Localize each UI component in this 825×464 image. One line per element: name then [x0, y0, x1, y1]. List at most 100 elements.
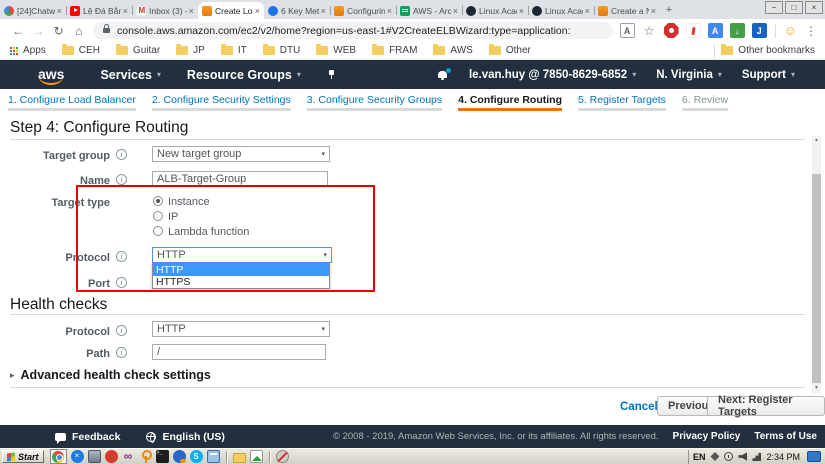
tab-close-icon[interactable]: × — [255, 6, 260, 16]
forward-icon[interactable]: → — [28, 24, 48, 38]
virtualbox-icon[interactable] — [87, 450, 101, 463]
bookmark-folder-dtu[interactable]: DTU — [262, 44, 300, 56]
account-menu[interactable]: le.van.huy @ 7850-8629-6852 ▾ — [469, 69, 636, 81]
new-tab-button[interactable]: + — [660, 3, 678, 19]
step-5-register-targets[interactable]: 5. Register Targets — [577, 89, 666, 114]
path-input[interactable]: / — [152, 344, 326, 360]
infinity-app-icon[interactable]: ∞ — [122, 450, 135, 463]
dropdown-option-https[interactable]: HTTPS — [153, 276, 329, 288]
cancel-link[interactable]: Cancel — [620, 401, 658, 413]
feedback-button[interactable]: Feedback — [55, 431, 120, 444]
google-translate-extension-icon[interactable]: A — [707, 23, 723, 38]
tab-close-icon[interactable]: × — [519, 6, 524, 16]
red-app-icon[interactable] — [104, 450, 118, 463]
tab-close-icon[interactable]: × — [123, 6, 128, 16]
reload-icon[interactable]: ↻ — [49, 24, 69, 38]
back-icon[interactable]: ← — [8, 24, 28, 38]
info-icon[interactable]: i — [116, 325, 127, 336]
folder-taskbar-icon[interactable] — [232, 452, 246, 463]
language-selector[interactable]: English (US) — [146, 431, 225, 443]
url-field[interactable]: console.aws.amazon.com/ec2/v2/home?regio… — [93, 22, 613, 39]
tab-youtube[interactable]: Lệ Đá Bằng × — [66, 2, 132, 19]
support-menu[interactable]: Support ▾ — [742, 69, 795, 81]
bookmark-folder-jp[interactable]: JP — [176, 44, 205, 56]
tab-close-icon[interactable]: × — [189, 6, 194, 16]
tab-chatwork[interactable]: [24]Chatw × — [0, 2, 66, 19]
tab-create-load-balancer-active[interactable]: Create Loa × — [198, 2, 264, 19]
tab-gmail-inbox[interactable]: Inbox (3) - × — [132, 2, 198, 19]
bookmark-folder-ceh[interactable]: CEH — [61, 44, 100, 56]
lock-icon[interactable] — [103, 24, 110, 33]
tab-close-icon[interactable]: × — [585, 6, 590, 16]
tab-close-icon[interactable]: × — [453, 6, 458, 16]
internet-app-icon[interactable] — [172, 450, 186, 463]
start-button[interactable]: Start — [2, 450, 44, 463]
next-register-targets-button[interactable]: Next: Register Targets — [707, 394, 825, 418]
step-1-configure-load-balancer[interactable]: 1. Configure Load Balancer — [8, 89, 136, 114]
tab-6-key-metrics[interactable]: 6 Key Metr × — [264, 2, 330, 19]
window-app-icon[interactable] — [206, 450, 220, 463]
key-app-icon[interactable] — [139, 450, 153, 463]
jdownloader-extension-icon[interactable]: J — [751, 23, 767, 38]
bookmark-apps[interactable]: Apps — [10, 45, 46, 56]
bookmark-folder-guitar[interactable]: Guitar — [115, 44, 160, 56]
network-monitor-icon[interactable] — [807, 451, 821, 462]
radio-instance[interactable] — [153, 196, 163, 206]
tab-close-icon[interactable]: × — [321, 6, 326, 16]
services-menu[interactable]: Services ▾ — [100, 68, 160, 82]
bookmark-folder-aws[interactable]: AWS — [433, 44, 473, 56]
minimize-button[interactable]: − — [765, 1, 783, 14]
network-signal-icon[interactable] — [752, 452, 762, 461]
health-protocol-select[interactable]: HTTP ▾ — [152, 321, 330, 337]
info-icon[interactable]: i — [116, 149, 127, 160]
radio-lambda-function[interactable] — [153, 226, 163, 236]
java-extension-icon[interactable] — [685, 23, 701, 38]
tab-aws-architecture[interactable]: AWS - Arc × — [396, 2, 462, 19]
translate-page-icon[interactable]: A — [619, 23, 635, 38]
profile-avatar[interactable]: ☺ — [782, 22, 798, 39]
tab-close-icon[interactable]: × — [57, 6, 62, 16]
bookmark-folder-web[interactable]: WEB — [316, 44, 356, 56]
tab-close-icon[interactable]: × — [387, 6, 392, 16]
protocol-select[interactable]: HTTP ▾ — [152, 247, 332, 263]
clock-time[interactable]: 2:34 PM — [766, 452, 800, 462]
usb-tray-icon[interactable] — [710, 452, 720, 461]
download-manager-extension-icon[interactable]: ↓ — [729, 23, 745, 38]
url-text[interactable]: console.aws.amazon.com/ec2/v2/home?regio… — [117, 25, 571, 37]
scrollbar-thumb[interactable] — [812, 174, 821, 383]
step-6-review[interactable]: 6. Review — [681, 89, 729, 114]
tab-configuring[interactable]: Configurin × — [330, 2, 396, 19]
restore-button[interactable]: □ — [785, 1, 803, 14]
pictures-taskbar-icon[interactable] — [249, 450, 263, 463]
bookmark-folder-it[interactable]: IT — [220, 44, 247, 56]
adblock-extension-icon[interactable] — [663, 23, 679, 38]
info-icon[interactable]: i — [116, 174, 127, 185]
advanced-health-check-settings-toggle[interactable]: ▸ Advanced health check settings — [10, 368, 211, 382]
privacy-policy-link[interactable]: Privacy Policy — [673, 431, 741, 442]
volume-icon[interactable] — [738, 452, 748, 461]
home-icon[interactable]: ⌂ — [69, 24, 89, 38]
info-icon[interactable]: i — [116, 251, 127, 262]
step-3-configure-security-groups[interactable]: 3. Configure Security Groups — [306, 89, 443, 114]
scroll-up-icon[interactable]: ▲ — [812, 136, 821, 145]
bookmark-folder-other[interactable]: Other — [488, 44, 531, 56]
pin-icon[interactable] — [327, 69, 336, 80]
bookmark-star-icon[interactable]: ☆ — [642, 23, 657, 38]
close-window-button[interactable]: × — [805, 1, 823, 14]
scroll-down-icon[interactable]: ▼ — [812, 384, 821, 393]
name-input[interactable]: ALB-Target-Group — [152, 171, 328, 187]
blue-x-app-icon[interactable]: × — [70, 450, 84, 463]
tab-create-a-new[interactable]: Create a N × — [594, 2, 660, 19]
tab-close-icon[interactable]: × — [651, 6, 656, 16]
chrome-taskbar-button-active[interactable] — [49, 449, 67, 464]
info-icon[interactable]: i — [116, 277, 127, 288]
clock-tray-icon[interactable] — [724, 452, 734, 461]
radio-ip[interactable] — [153, 211, 163, 221]
target-group-select[interactable]: New target group ▾ — [152, 146, 330, 162]
tab-linux-academy-1[interactable]: Linux Acad × — [462, 2, 528, 19]
notifications-bell-icon[interactable] — [437, 67, 451, 81]
region-menu[interactable]: N. Virginia ▾ — [656, 69, 722, 81]
tab-linux-academy-2[interactable]: Linux Acad × — [528, 2, 594, 19]
bookmark-folder-fram[interactable]: FRAM — [372, 44, 417, 56]
blocked-user-icon[interactable] — [275, 450, 289, 463]
